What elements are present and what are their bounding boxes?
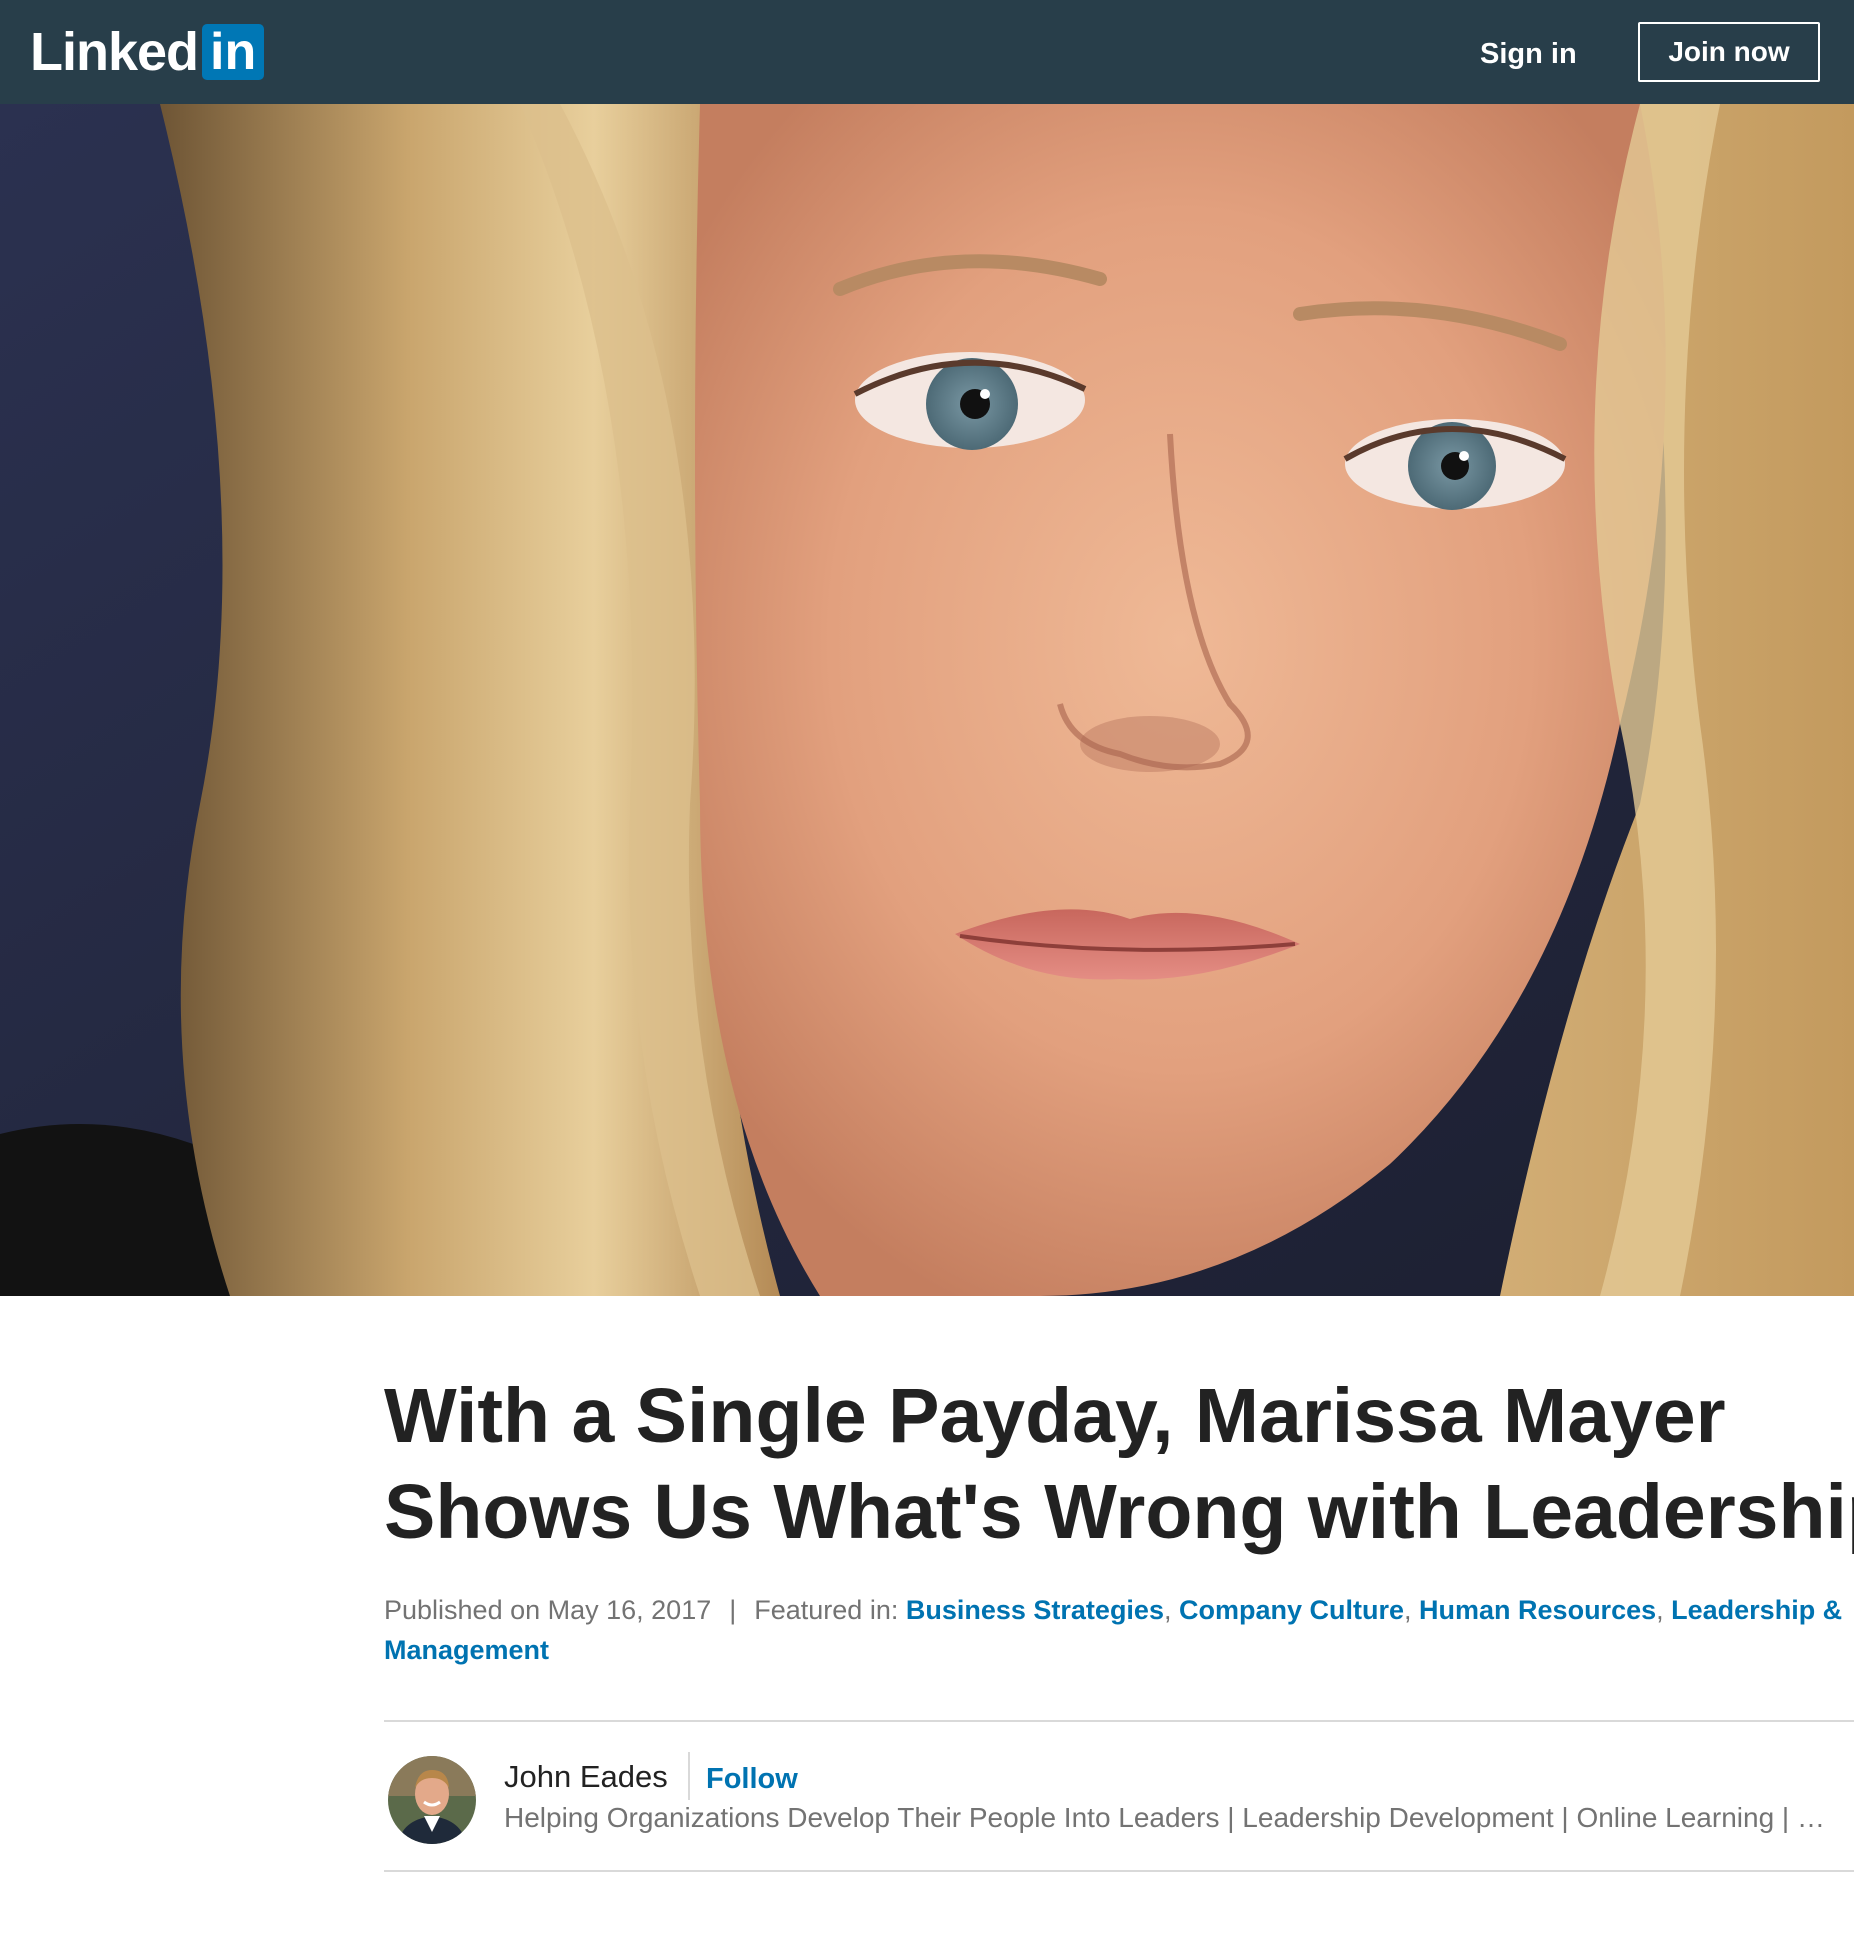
published-date: Published on May 16, 2017 — [384, 1595, 712, 1625]
article-title-line-1: With a Single Payday, Marissa Mayer — [384, 1373, 1726, 1459]
logo-wordmark: Linked — [30, 22, 199, 82]
topic-link-company-culture[interactable]: Company Culture — [1179, 1595, 1404, 1625]
topic-link-business-strategies[interactable]: Business Strategies — [906, 1595, 1164, 1625]
top-navigation-bar: Linked in Sign in Join now — [0, 0, 1854, 104]
hero-photo-icon — [0, 104, 1854, 1296]
sign-in-link[interactable]: Sign in — [1480, 28, 1577, 80]
meta-separator: | — [729, 1595, 737, 1625]
topic-link-human-resources[interactable]: Human Resources — [1419, 1595, 1656, 1625]
join-now-button[interactable]: Join now — [1638, 22, 1820, 82]
author-avatar[interactable] — [388, 1756, 476, 1844]
featured-in-label: Featured in: — [754, 1595, 899, 1625]
follow-button[interactable]: Follow — [706, 1758, 798, 1800]
author-divider — [688, 1752, 690, 1800]
logo-in-box: in — [202, 24, 265, 80]
article-title: With a Single Payday, Marissa Mayer Show… — [384, 1368, 1854, 1560]
author-headline: Helping Organizations Develop Their Peop… — [504, 1802, 1844, 1833]
author-name[interactable]: John Eades — [504, 1756, 668, 1798]
divider — [384, 1720, 1854, 1722]
article-title-line-2: Shows Us What's Wrong with Leadership — [384, 1469, 1854, 1555]
article-meta: Published on May 16, 2017 | Featured in: B… — [384, 1595, 1843, 1665]
avatar-photo-icon — [388, 1756, 476, 1844]
divider — [384, 1870, 1854, 1872]
article-hero-image — [0, 104, 1854, 1296]
linkedin-logo[interactable]: Linked in — [30, 22, 265, 82]
